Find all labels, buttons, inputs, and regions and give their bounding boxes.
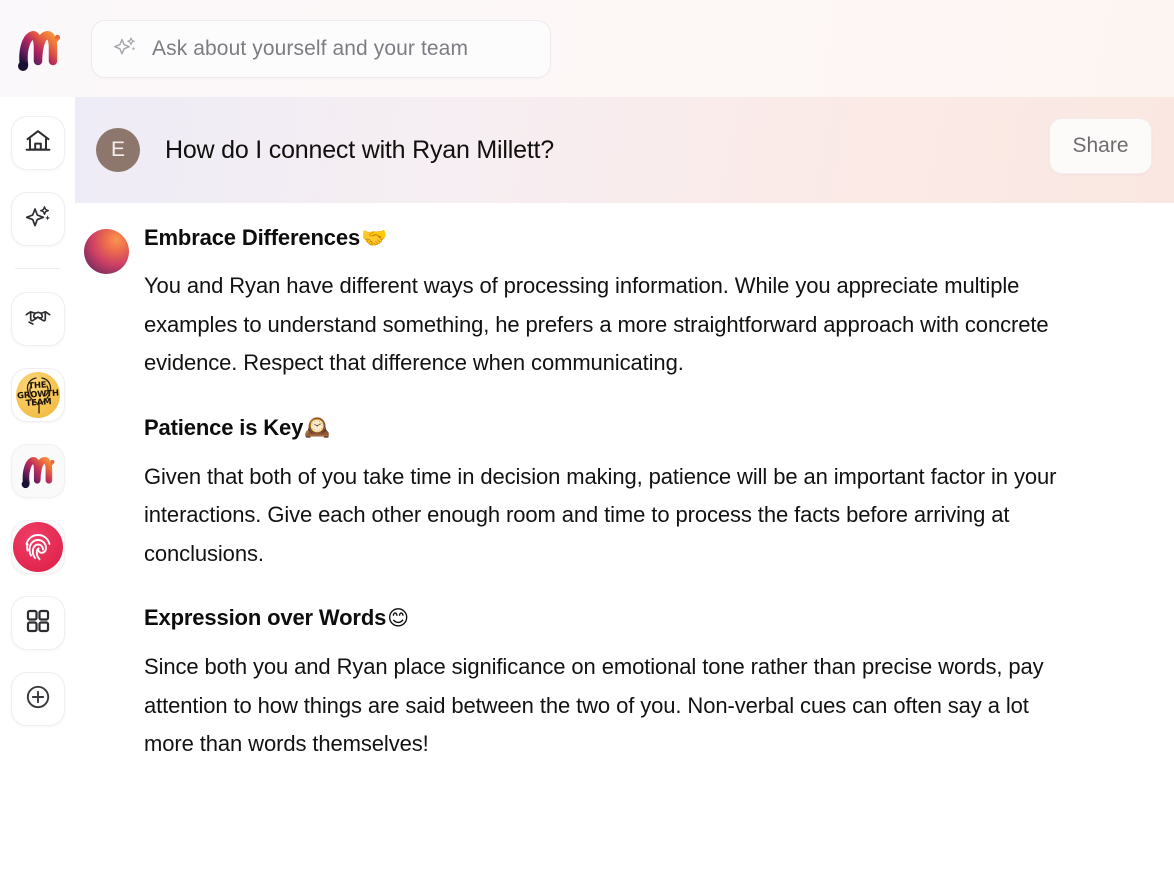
- user-question-row: E How do I connect with Ryan Millett? Sh…: [75, 97, 1174, 203]
- assistant-avatar: [84, 229, 129, 274]
- fingerprint-icon: [12, 522, 63, 572]
- grid-apps-icon: [25, 608, 51, 639]
- section-body: Given that both of you take time in deci…: [144, 463, 1057, 566]
- section-title-text: Patience is Key: [144, 414, 304, 440]
- sidebar-item-home[interactable]: [10, 116, 65, 170]
- sidebar-item-growth-team[interactable]: THE GROWTH TEAM: [10, 368, 65, 422]
- handshake-emoji-icon: 🤝: [361, 225, 388, 250]
- avatar: E: [96, 128, 140, 172]
- share-button[interactable]: Share: [1049, 118, 1152, 174]
- section-title: Expression over Words 😊: [144, 605, 1104, 631]
- answer-section: Patience is Key 🕰️ Given that both of yo…: [144, 415, 1104, 574]
- answer-section: Expression over Words 😊 Since both you a…: [144, 605, 1104, 764]
- sidebar-rail: THE GROWTH TEAM: [0, 97, 75, 882]
- sidebar-item-workspace[interactable]: [10, 444, 65, 498]
- home-icon: [23, 126, 53, 161]
- mirro-m-logo-icon: [21, 457, 54, 489]
- sidebar-divider: [14, 268, 61, 269]
- mantelpiece-clock-emoji-icon: 🕰️: [304, 415, 331, 439]
- section-title-text: Expression over Words: [144, 605, 387, 630]
- growth-team-badge-icon: THE GROWTH TEAM: [15, 372, 60, 418]
- plus-circle-icon: [24, 683, 52, 716]
- user-question-text: How do I connect with Ryan Millett?: [165, 135, 555, 164]
- section-body: Since both you and Ryan place significan…: [144, 654, 1044, 756]
- sparkle-icon: [110, 34, 140, 64]
- sidebar-item-fingerprint[interactable]: [10, 520, 65, 574]
- top-bar: Ask about yourself and your team: [0, 0, 1174, 97]
- section-title: Embrace Differences 🤝: [144, 225, 1104, 251]
- handshake-icon: [23, 302, 53, 337]
- sidebar-item-connections[interactable]: [10, 292, 65, 346]
- sidebar-item-add[interactable]: [10, 672, 65, 726]
- section-title-text: Embrace Differences: [144, 225, 361, 250]
- conversation-panel: E How do I connect with Ryan Millett? Sh…: [75, 97, 1174, 882]
- section-body: You and Ryan have different ways of proc…: [144, 273, 1049, 375]
- search-input[interactable]: Ask about yourself and your team: [152, 37, 468, 61]
- answer-section: Embrace Differences 🤝 You and Ryan have …: [144, 225, 1104, 383]
- sidebar-item-apps[interactable]: [10, 596, 65, 650]
- section-title: Patience is Key 🕰️: [144, 415, 1104, 441]
- smiling-face-emoji-icon: 😊: [387, 605, 409, 630]
- search-bar[interactable]: Ask about yourself and your team: [91, 19, 551, 78]
- sidebar-item-assistant[interactable]: [10, 192, 65, 246]
- growth-team-badge-label: THE GROWTH TEAM: [16, 380, 59, 410]
- mirro-m-logo-icon[interactable]: [12, 21, 66, 77]
- assistant-answer: Embrace Differences 🤝 You and Ryan have …: [75, 203, 1174, 764]
- sparkle-icon: [23, 202, 53, 237]
